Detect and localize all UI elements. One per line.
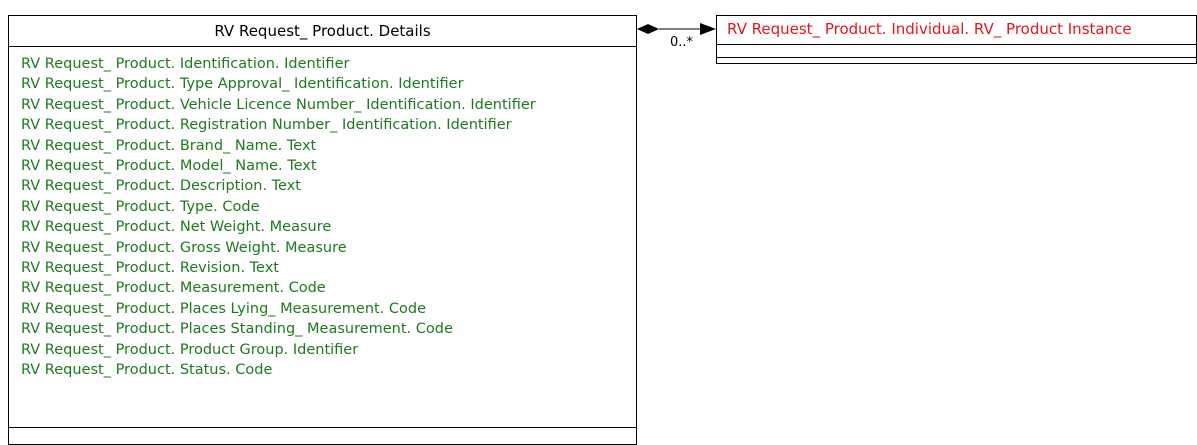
- class-box-product-instance[interactable]: RV Request_ Product. Individual. RV_ Pro…: [716, 15, 1197, 64]
- arrowhead-icon: [700, 23, 716, 35]
- composition-diamond-icon: [637, 24, 659, 34]
- class-name: RV Request_ Product. Individual. RV_ Pro…: [717, 16, 1196, 45]
- compartment-divider: [717, 57, 1196, 58]
- association-connector[interactable]: [0, 0, 1197, 430]
- multiplicity-label: 0..*: [670, 35, 694, 50]
